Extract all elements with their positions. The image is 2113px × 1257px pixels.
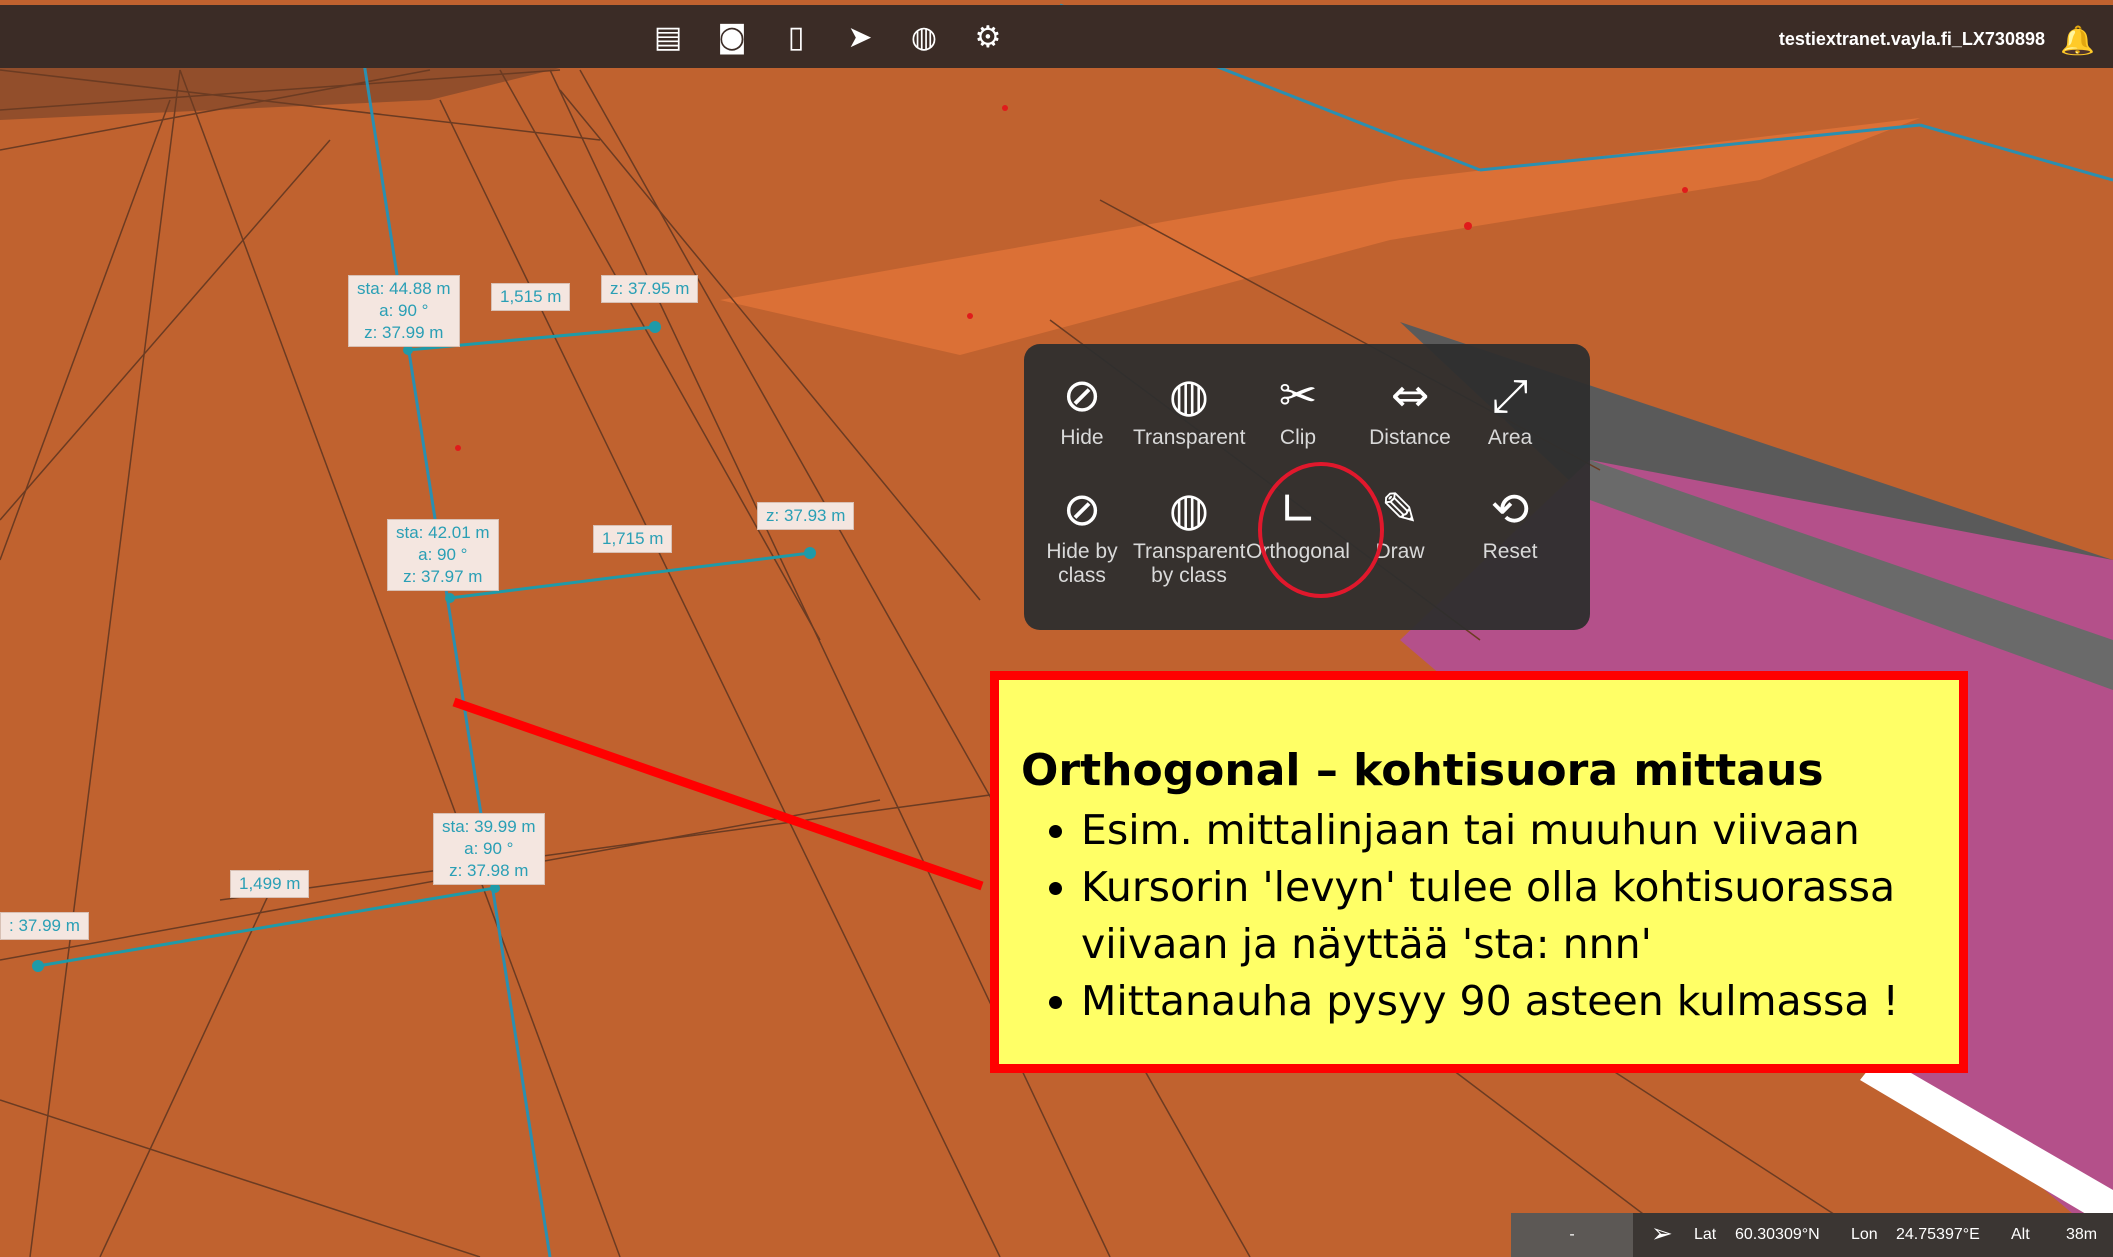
coordinate-status-bar: - ➢ Lat 60.30309°N Lon 24.75397°E Alt 38…: [1511, 1213, 2113, 1257]
bell-icon[interactable]: 🔔: [2060, 24, 2095, 57]
transparent-globe-icon: ◍: [1168, 368, 1210, 422]
measure-label-end-bottom: : 37.99 m: [0, 912, 89, 940]
z-value: z: 37.98 m: [449, 861, 529, 880]
ruler-icon: ⇔: [1390, 368, 1430, 422]
angle-value: a: 90 °: [418, 545, 468, 564]
map-icon[interactable]: ▯: [778, 21, 814, 55]
transparent-by-class-tool[interactable]: ◍ Transparent by class: [1133, 482, 1245, 588]
hide-by-class-tool[interactable]: ⊘ Hide by class: [1026, 482, 1138, 588]
lat-label: Lat: [1694, 1226, 1717, 1243]
z-value: z: 37.97 m: [403, 567, 483, 586]
note-bullets: Esim. mittalinjaan tai muuhun viivaan Ku…: [1021, 802, 1959, 1030]
orthogonal-ruler-icon: ∟: [1278, 482, 1318, 536]
reset-icon: ⟲: [1490, 482, 1530, 536]
measure-label-start-top: sta: 44.88 m a: 90 ° z: 37.99 m: [348, 275, 460, 347]
orthogonal-tool[interactable]: ∟ Orthogonal: [1242, 482, 1354, 564]
scissors-icon: ✂: [1278, 368, 1318, 422]
hide-tool[interactable]: ⊘ Hide: [1026, 368, 1138, 450]
measure-label-start-middle: sta: 42.01 m a: 90 ° z: 37.97 m: [387, 519, 499, 591]
z-value: z: 37.99 m: [364, 323, 444, 342]
eye-slash-icon: ⊘: [1062, 368, 1102, 422]
navigation-icon[interactable]: ➢: [1651, 1219, 1673, 1249]
list-icon[interactable]: ▤: [650, 21, 686, 55]
lon-value: 24.75397°E: [1896, 1226, 1980, 1243]
sta-value: sta: 42.01 m: [396, 523, 490, 542]
clip-tool[interactable]: ✂ Clip: [1242, 368, 1354, 450]
expand-icon: ⤢: [1491, 368, 1529, 422]
globe-icon[interactable]: ◍: [906, 21, 942, 55]
draw-tool[interactable]: ✎ Draw: [1344, 482, 1456, 564]
measure-tools-panel: ⊘ Hide ◍ Transparent ✂ Clip ⇔ Distance ⤢…: [1024, 344, 1590, 630]
note-title: Orthogonal – kohtisuora mittaus: [1021, 745, 1824, 796]
alt-value: 38m: [2066, 1226, 2098, 1243]
pencil-icon: ✎: [1380, 482, 1420, 536]
distance-label-bottom: 1,499 m: [230, 870, 310, 898]
measure-label-start-bottom: sta: 39.99 m a: 90 ° z: 37.98 m: [433, 813, 545, 885]
area-tool[interactable]: ⤢ Area: [1454, 368, 1566, 450]
sta-value: sta: 44.88 m: [357, 279, 451, 298]
eye-slash-list-icon: ⊘: [1062, 482, 1102, 536]
reset-tool[interactable]: ⟲ Reset: [1454, 482, 1566, 564]
top-toolbar: ▤ ◙ ▯ ➤ ◍ ⚙ testiextranet.vayla.fi_LX730…: [0, 5, 2113, 68]
note-bullet: Esim. mittalinjaan tai muuhun viivaan: [1081, 802, 1959, 859]
note-bullet: Kursorin 'levyn' tulee olla kohtisuorass…: [1081, 859, 1959, 973]
annotation-note: Orthogonal – kohtisuora mittaus Esim. mi…: [990, 671, 1968, 1073]
measure-label-end-middle: z: 37.93 m: [757, 502, 855, 530]
settings-icon[interactable]: ⚙: [970, 21, 1006, 55]
status-dash: -: [1511, 1213, 1633, 1257]
transparent-tool[interactable]: ◍ Transparent: [1133, 368, 1245, 450]
sta-value: sta: 39.99 m: [442, 817, 536, 836]
user-account[interactable]: testiextranet.vayla.fi_LX730898: [1779, 29, 2045, 50]
location-arrow-icon[interactable]: ➤: [842, 21, 878, 55]
distance-label-middle: 1,715 m: [593, 525, 673, 553]
lat-value: 60.30309°N: [1735, 1226, 1820, 1243]
angle-value: a: 90 °: [464, 839, 514, 858]
note-bullet: Mittanauha pysyy 90 asteen kulmassa !: [1081, 973, 1959, 1030]
transparent-list-icon: ◍: [1168, 482, 1210, 536]
distance-label-top: 1,515 m: [491, 283, 571, 311]
toolbar-icons: ▤ ◙ ▯ ➤ ◍ ⚙: [650, 21, 1006, 55]
camera-icon[interactable]: ◙: [714, 21, 750, 55]
measure-label-end-top: z: 37.95 m: [601, 275, 699, 303]
angle-value: a: 90 °: [379, 301, 429, 320]
lon-label: Lon: [1851, 1226, 1878, 1243]
alt-label: Alt: [2011, 1226, 2030, 1243]
distance-tool[interactable]: ⇔ Distance: [1354, 368, 1466, 450]
